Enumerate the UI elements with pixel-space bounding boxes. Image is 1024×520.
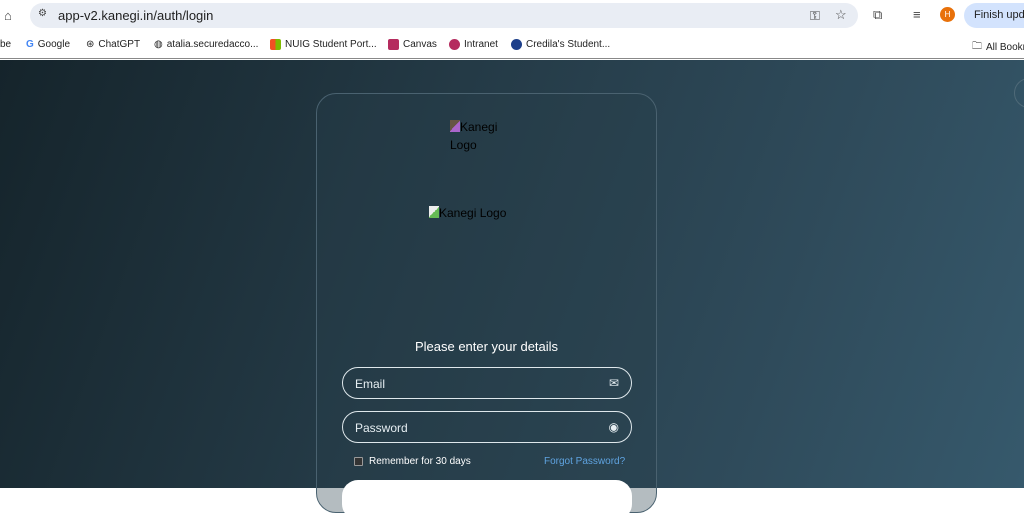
forgot-password-link[interactable]: Forgot Password? bbox=[544, 456, 625, 467]
bookmark-label: ChatGPT bbox=[98, 39, 141, 50]
google-icon: G bbox=[26, 39, 34, 50]
mail-icon: ✉ bbox=[608, 376, 619, 390]
email-placeholder: Email bbox=[355, 377, 386, 391]
bookmark-chatgpt[interactable]: ⊛ ChatGPT bbox=[86, 39, 140, 50]
bookmark-label: Credila's Student... bbox=[526, 39, 611, 50]
microsoft-icon bbox=[270, 39, 281, 50]
bookmark-label: NUIG Student Port... bbox=[285, 39, 377, 50]
remember-checkbox[interactable] bbox=[354, 457, 363, 466]
canvas-icon bbox=[388, 39, 399, 50]
all-bookmarks[interactable]: 🗀 All Bookmarks bbox=[972, 39, 1024, 56]
browser-toolbar: ⌂ ⚙ app-v2.kanegi.in/auth/login ⚿ ☆ ⧉ ≡ … bbox=[0, 0, 1024, 30]
bookmark-label: All Bookmarks bbox=[986, 42, 1024, 53]
home-icon[interactable]: ⌂ bbox=[4, 9, 12, 22]
extensions-icon[interactable]: ⧉ bbox=[873, 8, 882, 21]
bookmark-label: Intranet bbox=[464, 39, 498, 50]
bookmarks-bar: be G Google ⊛ ChatGPT ◍ atalia.securedacco.… bbox=[0, 30, 1024, 59]
credila-icon bbox=[511, 39, 522, 50]
globe-icon: ◍ bbox=[154, 39, 163, 50]
password-key-icon[interactable]: ⚿ bbox=[810, 9, 820, 22]
media-control-icon[interactable]: ≡ bbox=[913, 8, 921, 21]
bookmark-intranet[interactable]: Intranet bbox=[449, 39, 498, 50]
bookmark-label: Canvas bbox=[403, 39, 437, 50]
broken-image-icon bbox=[450, 120, 460, 132]
logo-image-broken-2: Kanegi Logo bbox=[429, 204, 506, 222]
bookmark-label: atalia.securedacco... bbox=[166, 39, 259, 50]
chatgpt-icon: ⊛ bbox=[86, 39, 95, 50]
bookmark-canvas[interactable]: Canvas bbox=[388, 39, 437, 50]
bookmark-credila[interactable]: Credila's Student... bbox=[511, 39, 610, 50]
remember-me[interactable]: Remember for 30 days bbox=[354, 456, 471, 467]
login-card: Kanegi Logo Kanegi Logo Please enter you… bbox=[316, 93, 657, 520]
side-toggle-button[interactable] bbox=[1014, 78, 1024, 108]
bookmark-google[interactable]: G Google bbox=[26, 39, 70, 50]
address-bar[interactable]: ⚙ app-v2.kanegi.in/auth/login ⚿ ☆ bbox=[30, 3, 858, 28]
intranet-icon bbox=[449, 39, 460, 50]
password-placeholder: Password bbox=[355, 421, 408, 435]
profile-avatar[interactable]: H bbox=[940, 7, 955, 22]
bookmark-atalia[interactable]: ◍ atalia.securedacco... bbox=[154, 39, 258, 50]
login-page: Kanegi Logo Kanegi Logo Please enter you… bbox=[0, 60, 1024, 520]
password-input[interactable]: Password ◉ bbox=[342, 411, 632, 443]
login-title: Please enter your details bbox=[414, 339, 559, 354]
bookmark-nuig[interactable]: NUIG Student Port... bbox=[270, 39, 377, 50]
broken-image-icon bbox=[429, 206, 439, 218]
sign-in-button[interactable] bbox=[342, 480, 632, 520]
finish-update-button[interactable]: Finish update bbox=[964, 3, 1024, 28]
bookmark-label: Google bbox=[37, 39, 71, 50]
logo-alt-text: Kanegi Logo bbox=[439, 206, 507, 220]
url-text: app-v2.kanegi.in/auth/login bbox=[58, 8, 214, 23]
bookmark-item[interactable]: be bbox=[0, 39, 11, 50]
email-input[interactable]: Email ✉ bbox=[342, 367, 632, 399]
logo-image-broken: Kanegi Logo bbox=[450, 118, 510, 154]
bookmark-star-icon[interactable]: ☆ bbox=[835, 8, 847, 21]
eye-icon[interactable]: ◉ bbox=[609, 420, 619, 434]
folder-icon: 🗀 bbox=[972, 41, 982, 52]
site-settings-icon[interactable]: ⚙ bbox=[38, 9, 47, 19]
remember-label: Remember for 30 days bbox=[369, 456, 471, 467]
